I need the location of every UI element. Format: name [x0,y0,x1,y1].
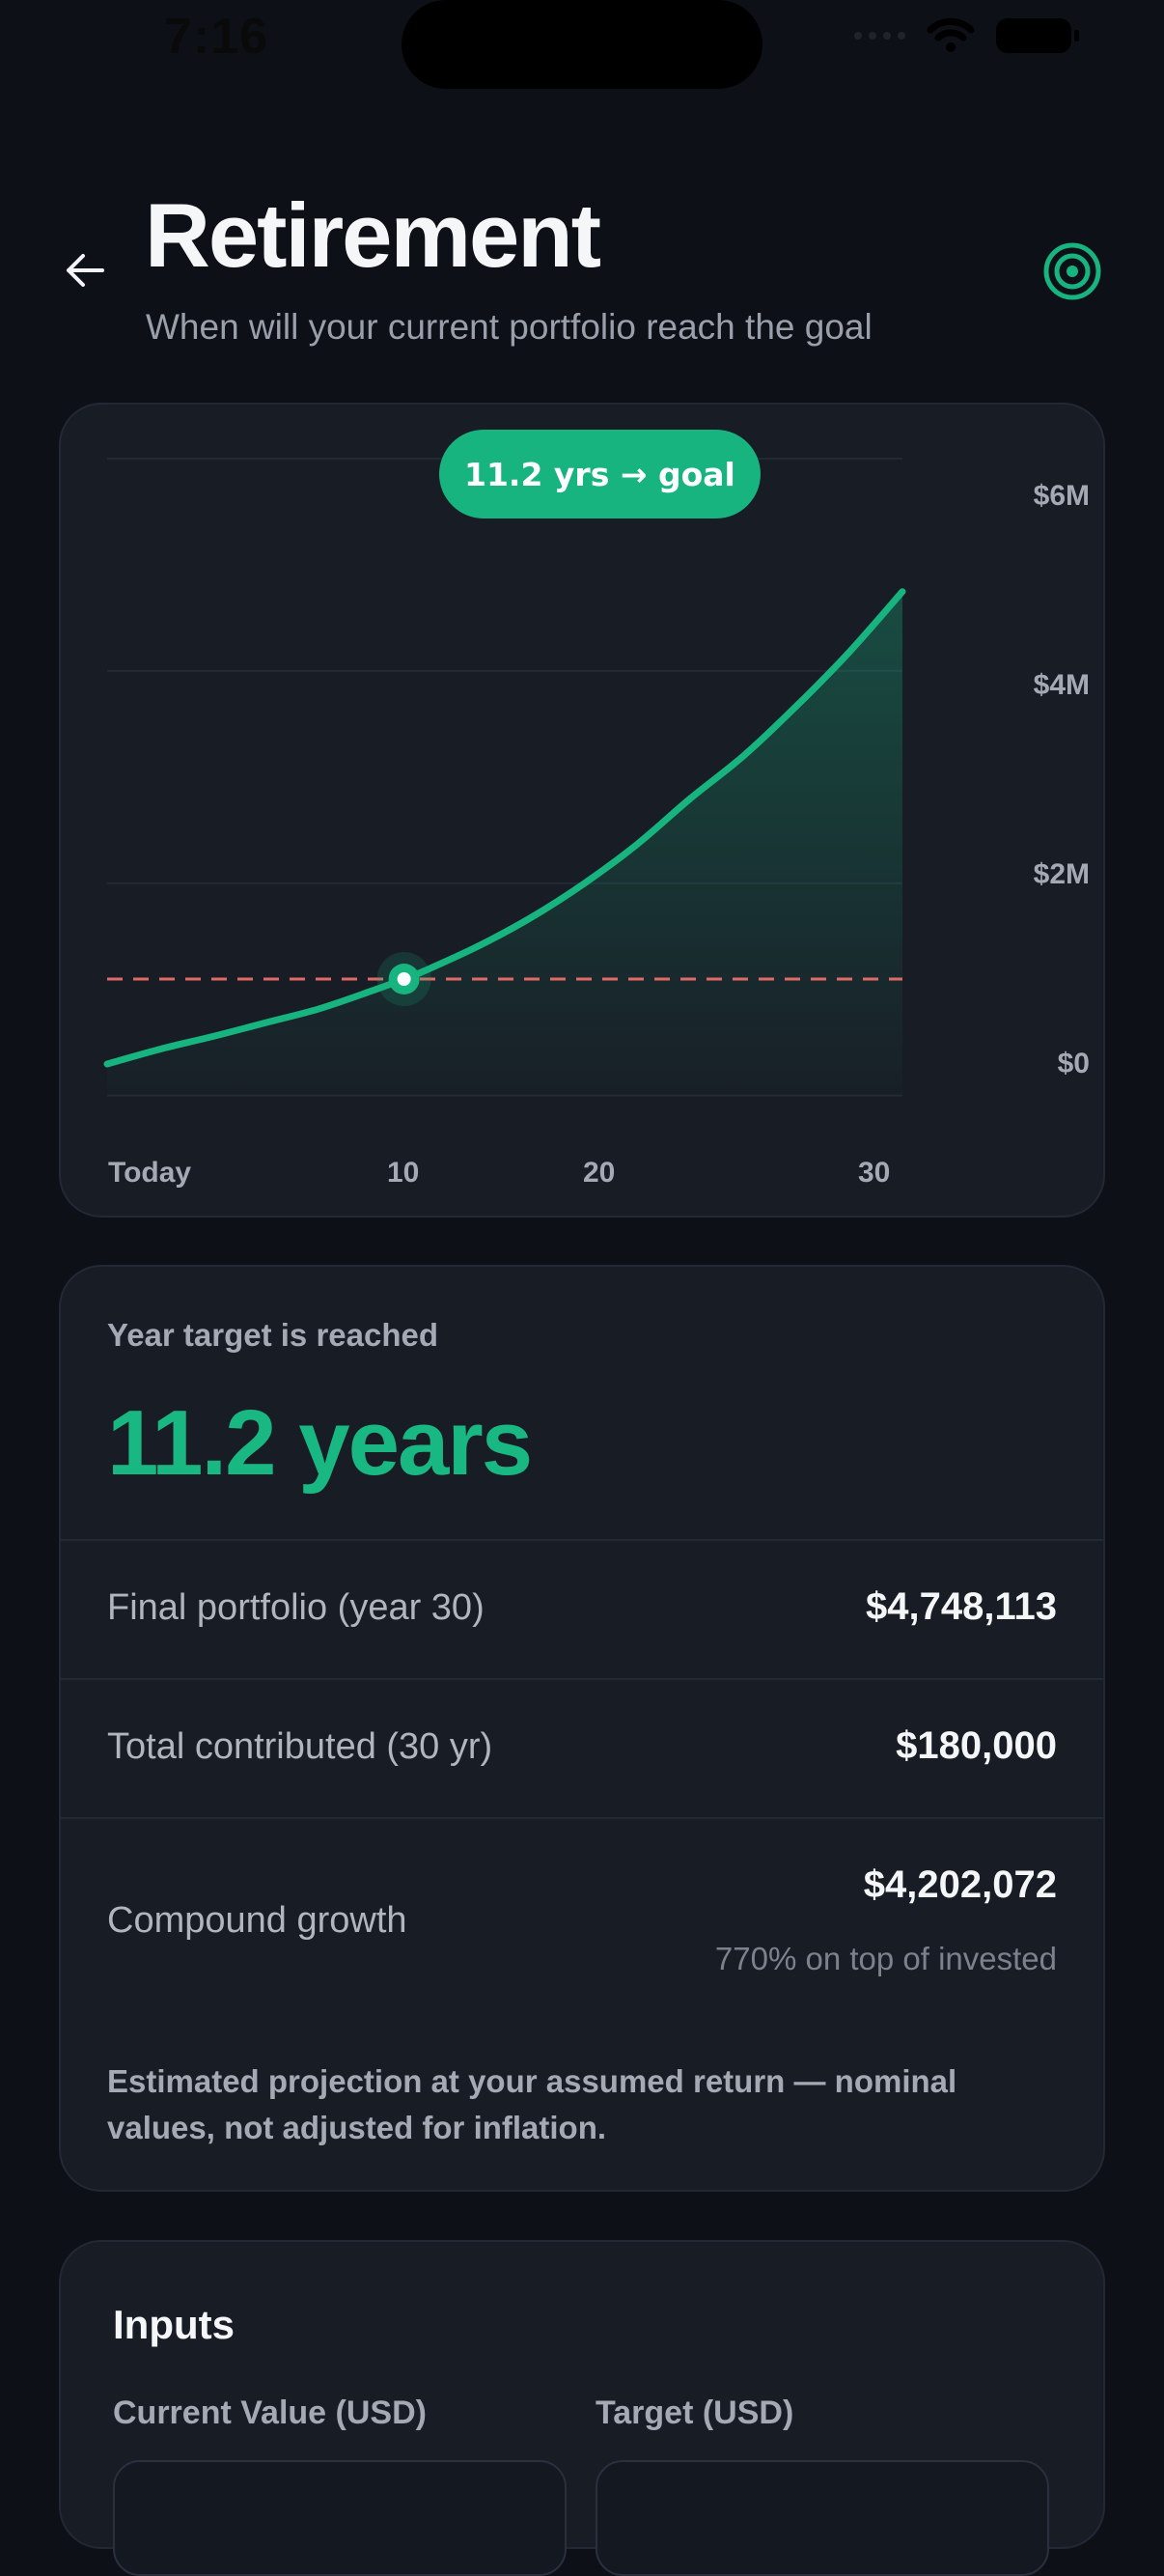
wifi-icon [927,17,975,52]
goal-marker-dot [397,972,411,986]
divider [61,1678,1103,1680]
goal-marker[interactable] [376,952,431,1006]
projection-disclaimer: Estimated projection at your assumed ret… [107,2063,957,2145]
x-tick-label: 20 [583,1157,616,1189]
back-button[interactable] [56,241,114,299]
projection-chart [103,458,906,1097]
y-tick-label: $2M [1033,858,1090,890]
battery-icon [996,18,1079,53]
cellular-signal-icon [854,32,905,40]
inputs-card: Inputs Current Value (USD) Target (USD) [59,2240,1105,2576]
summary-card: Year target is reached 11.2 years Final … [59,1265,1105,2192]
page-subtitle: When will your current portfolio reach t… [146,307,873,347]
divider [61,1817,1103,1819]
y-tick-label: $4M [1033,669,1090,701]
goal-button[interactable] [1040,239,1104,303]
total-contributed-value: $180,000 [896,1724,1057,1767]
target-year-label: Year target is reached [107,1317,439,1353]
target-icon [1043,242,1101,300]
status-time: 7:16 [164,9,269,65]
total-contributed-label: Total contributed (30 yr) [107,1726,493,1767]
final-portfolio-label: Final portfolio (year 30) [107,1587,485,1628]
final-portfolio-value: $4,748,113 [866,1585,1057,1628]
arrow-left-icon [67,254,104,287]
target-year-value: 11.2 years [107,1391,533,1495]
x-tick-label: 30 [858,1157,891,1189]
x-tick-label: Today [108,1157,192,1189]
dynamic-island [402,0,762,89]
divider [61,1539,1103,1541]
status-icons [854,17,1079,54]
y-tick-label: $6M [1033,480,1090,512]
current-value-label: Current Value (USD) [113,2394,427,2431]
compound-growth-label: Compound growth [107,1900,407,1941]
compound-growth-value: $4,202,072 [863,1863,1057,1906]
target-label: Target (USD) [596,2394,794,2431]
target-input[interactable] [596,2460,1049,2576]
current-value-input[interactable] [113,2460,567,2576]
projection-area [107,591,902,1096]
inputs-title: Inputs [113,2302,235,2347]
page-title: Retirement [145,184,601,286]
compound-growth-percent: 770% on top of invested [714,1941,1057,1976]
y-tick-label: $0 [1057,1048,1090,1079]
goal-pill: 11.2 yrs → goal [439,430,761,518]
x-tick-label: 10 [387,1157,420,1189]
projection-chart-card: 11.2 yrs → goal $6M $4M $2M $0 Today 10 … [59,403,1105,1218]
